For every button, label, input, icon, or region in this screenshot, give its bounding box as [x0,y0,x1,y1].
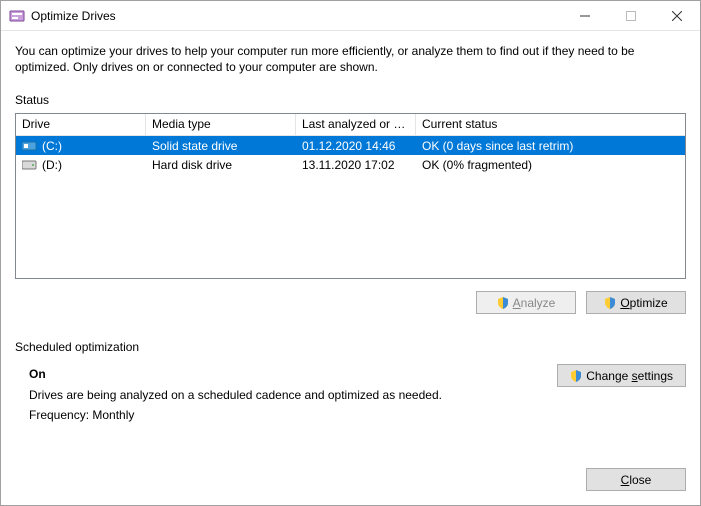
description-text: You can optimize your drives to help you… [15,43,686,75]
column-current-status[interactable]: Current status [416,114,685,135]
column-media-type[interactable]: Media type [146,114,296,135]
close-window-button[interactable] [654,1,700,30]
analyze-button-label: Analyze [513,296,556,310]
drive-media: Solid state drive [146,139,296,153]
shield-icon [497,297,509,309]
change-settings-label: Change settings [586,369,673,383]
hdd-drive-icon [22,159,38,171]
change-settings-button[interactable]: Change settings [557,364,686,387]
drive-status: OK (0% fragmented) [416,158,685,172]
drive-media: Hard disk drive [146,158,296,172]
drive-last-analyzed: 13.11.2020 17:02 [296,158,416,172]
scheduled-optimization-section: Scheduled optimization On Drives are bei… [15,340,686,425]
content-area: You can optimize your drives to help you… [1,31,700,505]
scheduled-description: Drives are being analyzed on a scheduled… [29,385,557,405]
scheduled-optimization-text: On Drives are being analyzed on a schedu… [15,364,557,425]
drive-name: (D:) [42,158,62,172]
scheduled-optimization-label: Scheduled optimization [15,340,686,354]
shield-icon [570,370,582,382]
scheduled-frequency: Frequency: Monthly [29,405,557,425]
scheduled-state: On [29,364,557,384]
window-title: Optimize Drives [31,9,562,23]
drive-list[interactable]: Drive Media type Last analyzed or o... C… [15,113,686,279]
drive-list-header: Drive Media type Last analyzed or o... C… [16,114,685,136]
close-button[interactable]: Close [586,468,686,491]
footer-buttons: Close [15,468,686,491]
status-label: Status [15,93,686,107]
drive-last-analyzed: 01.12.2020 14:46 [296,139,416,153]
close-button-label: Close [621,473,652,487]
analyze-button: Analyze [476,291,576,314]
minimize-button[interactable] [562,1,608,30]
optimize-button[interactable]: Optimize [586,291,686,314]
drive-row[interactable]: (C:) Solid state drive 01.12.2020 14:46 … [16,136,685,155]
maximize-button [608,1,654,30]
titlebar: Optimize Drives [1,1,700,31]
window-buttons [562,1,700,30]
column-drive[interactable]: Drive [16,114,146,135]
optimize-button-label: Optimize [620,296,667,310]
drive-action-buttons: Analyze Optimize [15,291,686,314]
drive-row[interactable]: (D:) Hard disk drive 13.11.2020 17:02 OK… [16,155,685,174]
shield-icon [604,297,616,309]
ssd-drive-icon [22,140,38,152]
column-last-analyzed[interactable]: Last analyzed or o... [296,114,416,135]
optimize-drives-window: Optimize Drives You can optimize your dr… [0,0,701,506]
app-icon [9,8,25,24]
drive-name: (C:) [42,139,62,153]
drive-status: OK (0 days since last retrim) [416,139,685,153]
